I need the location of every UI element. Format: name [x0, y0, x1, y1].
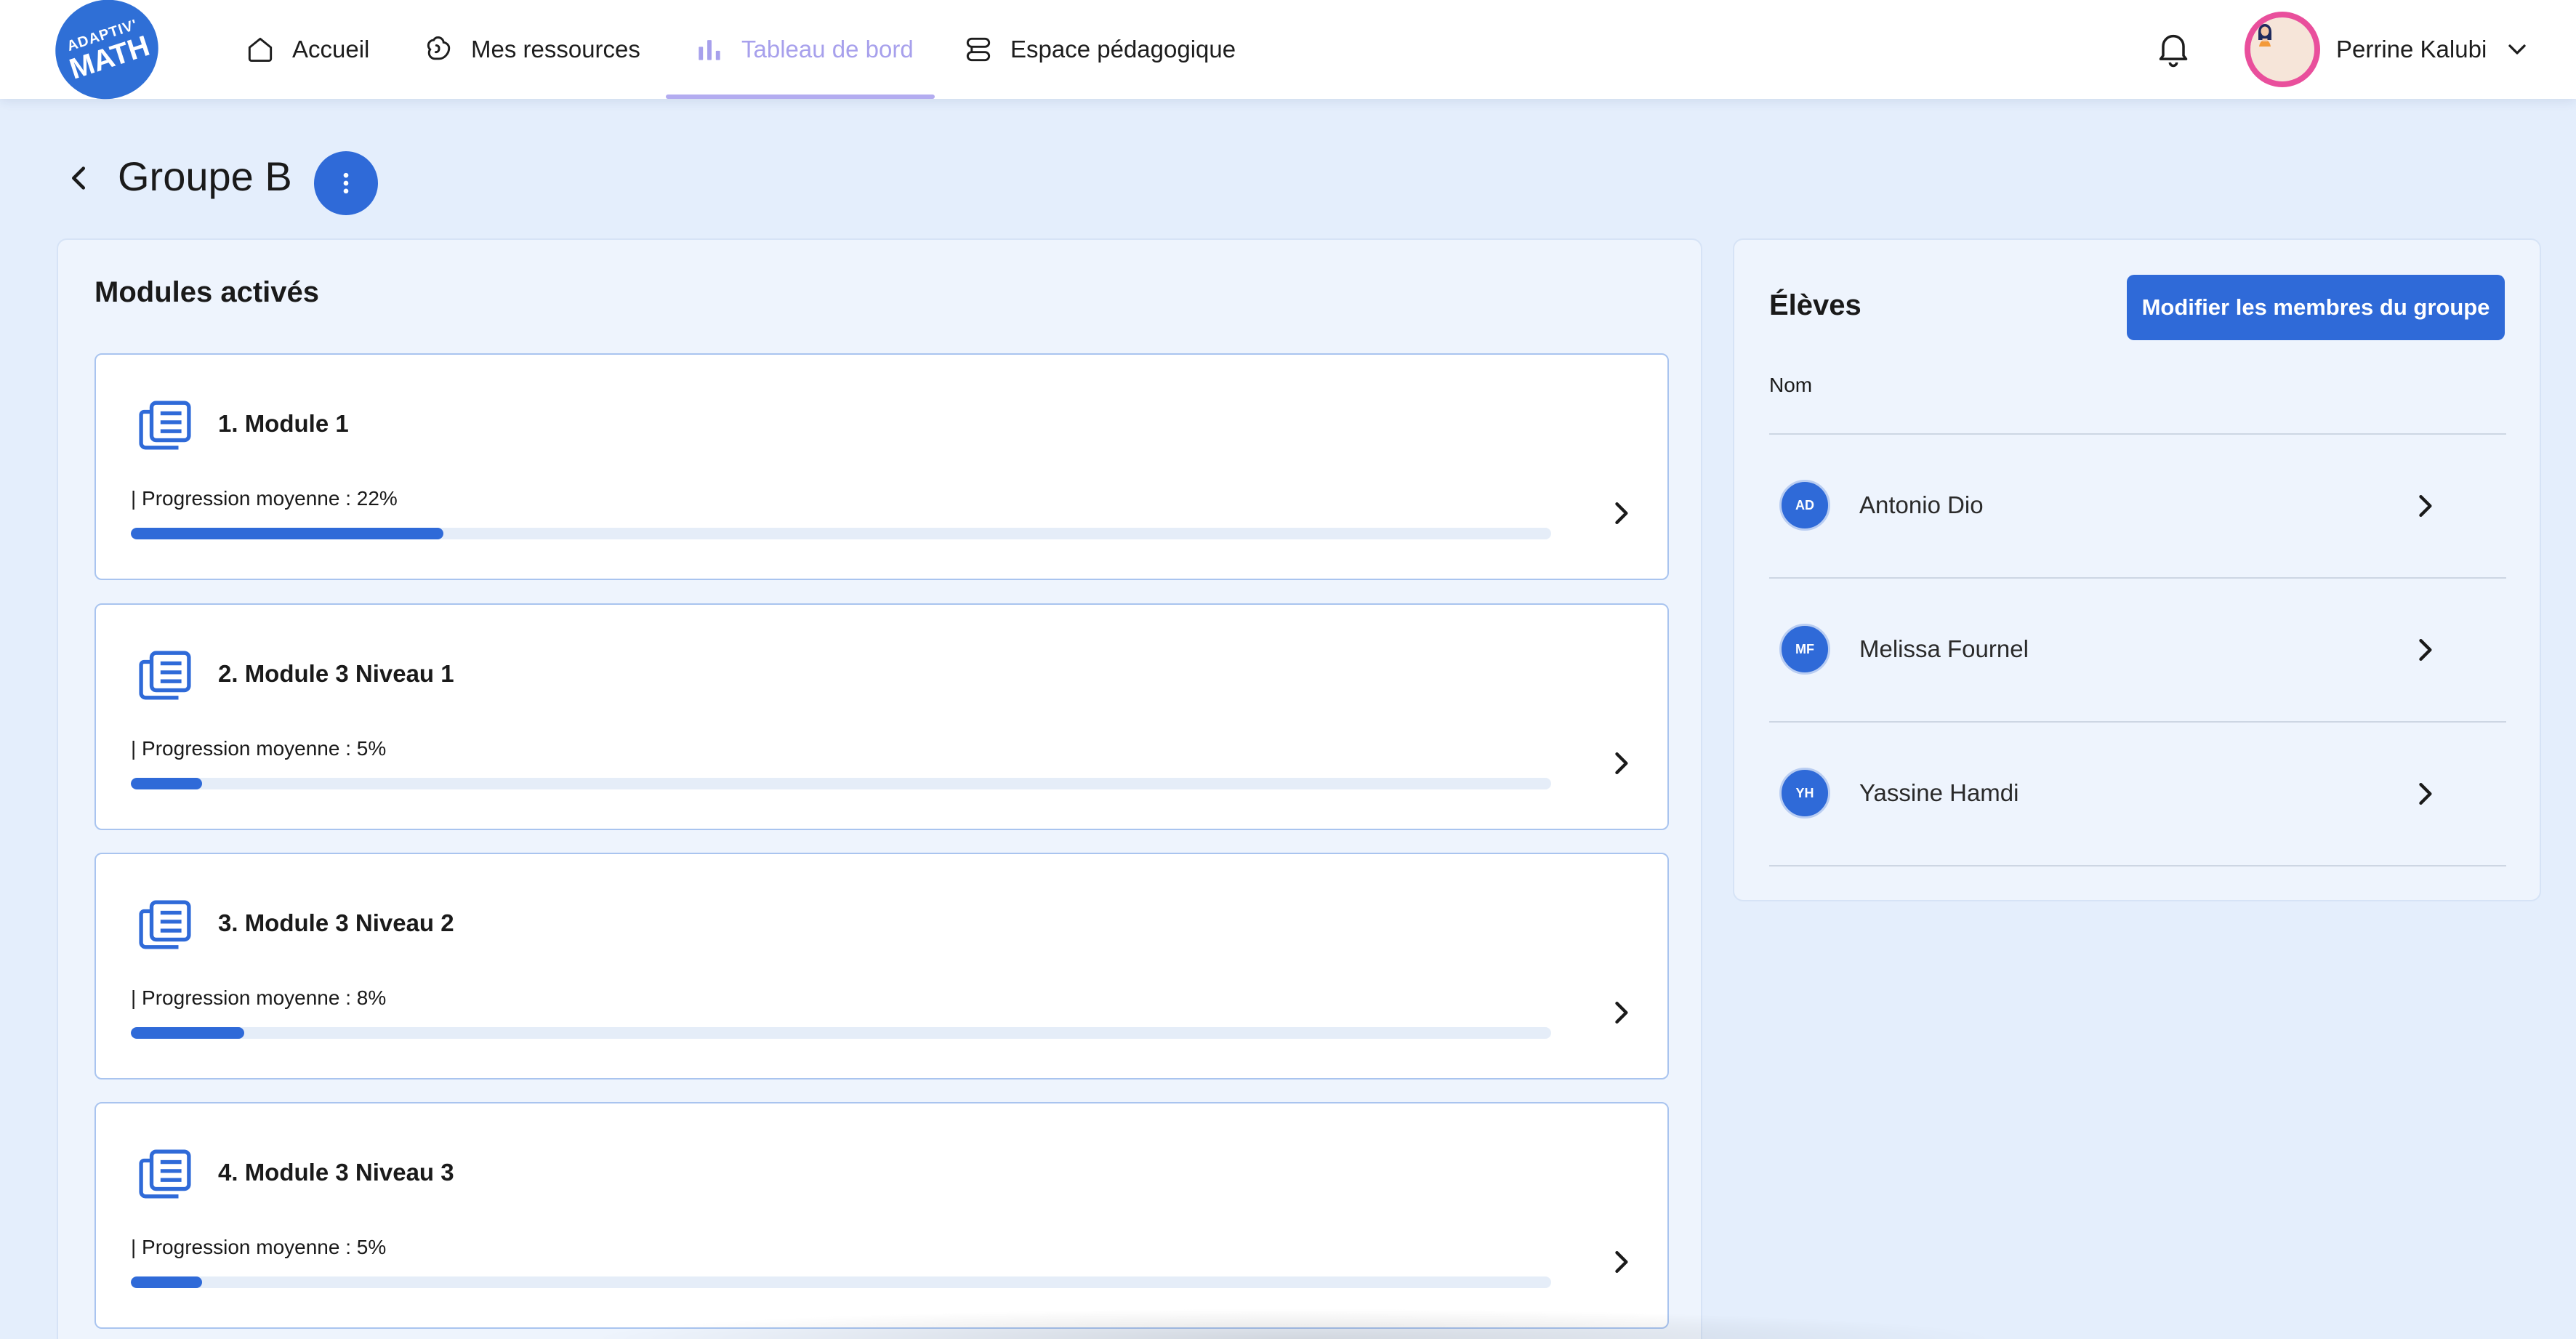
bar-chart-icon	[699, 40, 720, 60]
home-icon	[248, 37, 273, 63]
module-name: 1. Module 1	[218, 410, 349, 437]
modules-panel: Modules activés 1. Module 1 | Progressio…	[57, 238, 1702, 1339]
user-avatar	[2245, 12, 2320, 87]
module-card[interactable]: 3. Module 3 Niveau 2 | Progression moyen…	[94, 853, 1669, 1079]
module-name: 3. Module 3 Niveau 2	[218, 909, 454, 936]
student-name: Melissa Fournel	[1859, 635, 2029, 662]
nav-label-tableau-de-bord: Tableau de bord	[741, 36, 914, 63]
module-card[interactable]: 2. Module 3 Niveau 1 | Progression moyen…	[94, 603, 1669, 830]
logo-badge: ADAPTIV' MATH	[42, 0, 172, 113]
chevron-right-icon	[2419, 782, 2432, 805]
progress-bar-fill	[131, 1027, 245, 1039]
module-progress-label: | Progression moyenne : 5%	[131, 1236, 387, 1258]
progress-bar-fill	[131, 528, 443, 539]
user-avatar-illustration	[2250, 17, 2279, 47]
nav-label-espace-pedagogique: Espace pédagogique	[1010, 36, 1236, 63]
student-row[interactable]: AD Antonio Dio	[1769, 435, 2506, 577]
module-card[interactable]: 4. Module 3 Niveau 3 | Progression moyen…	[94, 1102, 1669, 1329]
students-title: Élèves	[1769, 289, 1861, 321]
chevron-right-icon	[1615, 752, 1628, 775]
chevron-down-icon	[2508, 44, 2526, 55]
nav-label-mes-ressources: Mes ressources	[471, 36, 640, 63]
chevron-right-icon	[1615, 502, 1628, 525]
chevron-right-icon	[1615, 1001, 1628, 1024]
nav-item-tableau-de-bord[interactable]: Tableau de bord	[693, 0, 914, 99]
bell-icon[interactable]	[2153, 28, 2194, 68]
user-name: Perrine Kalubi	[2336, 36, 2487, 63]
module-card[interactable]: 1. Module 1 | Progression moyenne : 22%	[94, 353, 1669, 580]
student-avatar: AD	[1779, 480, 1830, 531]
student-row[interactable]: MF Melissa Fournel	[1769, 579, 2506, 721]
module-icon	[139, 1149, 191, 1199]
nav-label-accueil: Accueil	[292, 36, 370, 63]
app-logo[interactable]: ADAPTIV' MATH	[42, 0, 172, 113]
nav-item-accueil[interactable]: Accueil	[244, 0, 369, 99]
progress-bar-fill	[131, 778, 202, 789]
active-tab-indicator	[666, 95, 935, 99]
student-name: Antonio Dio	[1859, 491, 1984, 518]
chevron-right-icon	[2419, 494, 2432, 518]
student-avatar: MF	[1779, 624, 1830, 675]
chevron-right-icon	[1615, 1250, 1628, 1274]
more-vertical-icon	[343, 172, 349, 194]
edit-group-members-button[interactable]: Modifier les membres du groupe	[2127, 275, 2505, 340]
module-icon	[139, 651, 191, 700]
progress-bar	[131, 1276, 1551, 1288]
student-avatar: YH	[1779, 768, 1830, 819]
nav-item-mes-ressources[interactable]: Mes ressources	[423, 0, 640, 99]
module-progress-label: | Progression moyenne : 5%	[131, 737, 387, 760]
module-progress-label: | Progression moyenne : 22%	[131, 487, 398, 510]
student-row[interactable]: YH Yassine Hamdi	[1769, 723, 2506, 865]
progress-bar-fill	[131, 1276, 202, 1288]
brain-icon	[427, 36, 451, 60]
module-name: 2. Module 3 Niveau 1	[218, 660, 454, 687]
page-title: Groupe B	[118, 153, 292, 199]
bottom-shadow	[581, 1308, 2006, 1339]
user-menu[interactable]: Perrine Kalubi	[2245, 12, 2532, 87]
progress-bar	[131, 528, 1551, 539]
students-panel: Élèves Modifier les membres du groupe No…	[1733, 238, 2541, 901]
stack-icon	[966, 37, 991, 62]
column-header-name: Nom	[1769, 374, 1813, 396]
divider	[1769, 865, 2506, 866]
progress-bar	[131, 778, 1551, 789]
more-options-button[interactable]	[314, 151, 378, 215]
modules-title: Modules activés	[94, 276, 320, 308]
top-navigation-bar: ADAPTIV' MATH Accueil Mes ressources Tab…	[0, 0, 2576, 113]
back-arrow-icon[interactable]	[63, 161, 96, 195]
nav-item-espace-pedagogique[interactable]: Espace pédagogique	[962, 0, 1236, 99]
module-icon	[139, 900, 191, 949]
student-name: Yassine Hamdi	[1859, 779, 2019, 806]
progress-bar	[131, 1027, 1551, 1039]
module-icon	[139, 401, 191, 450]
module-name: 4. Module 3 Niveau 3	[218, 1159, 454, 1186]
module-progress-label: | Progression moyenne : 8%	[131, 986, 387, 1009]
chevron-right-icon	[2419, 638, 2432, 662]
